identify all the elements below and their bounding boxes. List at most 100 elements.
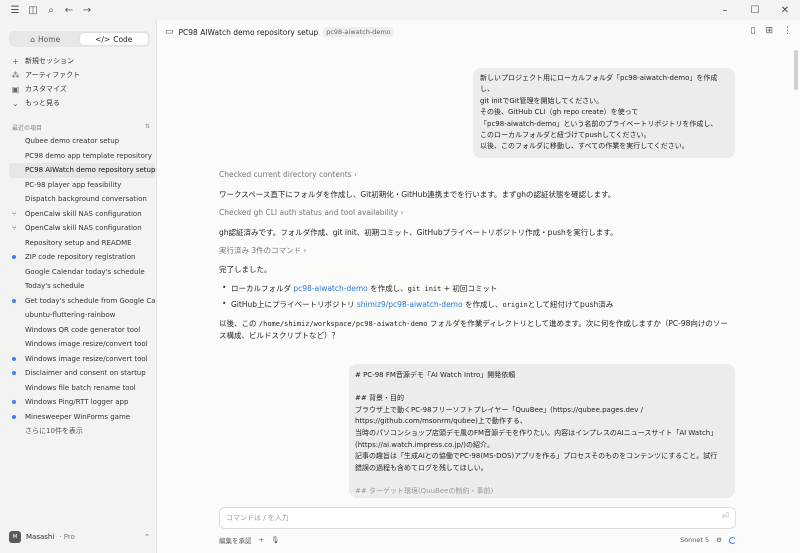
recent-item[interactable]: Qubee demo creator setup [9, 134, 155, 149]
recent-item-label: Get today's schedule from Google Ca [25, 296, 155, 305]
item-marker [12, 356, 25, 361]
recent-item[interactable]: ⑂ OpenCalw skill NAS configuration [9, 207, 155, 222]
recent-item-label: Today's schedule [25, 282, 85, 291]
tool-step-3[interactable]: 実行済み 3件のコマンド › [219, 245, 307, 256]
minimize-icon[interactable]: – [710, 0, 740, 20]
forward-icon[interactable]: → [78, 1, 96, 19]
result-bullet-2: GitHub上にプライベートリポジトリ shimiz9/pc98-aiwatch… [222, 299, 613, 310]
settings-icon[interactable]: ⚙ [716, 536, 722, 544]
item-marker [12, 400, 25, 405]
request-message: # PC-98 FM音源デモ「AI Watch Intro」開発依頼 ## 背景… [349, 364, 735, 498]
folder-link[interactable]: pc98-aiwatch-demo [293, 284, 367, 293]
recent-item[interactable]: Windows image resize/convert tool [9, 337, 155, 352]
item-marker [12, 298, 25, 303]
model-selector[interactable]: Sonnet 5 [680, 536, 709, 544]
recent-item-label: Windows file batch rename tool [25, 383, 136, 392]
recent-header: 最近の項目 ⇅ [12, 123, 150, 132]
sidebar: ⌂ Home </> Code + 新規セッション ⁂ アーティファクト ▣ カスタマイズ… [0, 20, 157, 553]
user-name: Masashi [26, 533, 55, 541]
recent-item[interactable]: Windows Ping/RTT logger app [9, 395, 155, 410]
recent-item-label: OpenCalw skill NAS configuration [25, 209, 142, 218]
tab-code[interactable]: </> Code [79, 33, 148, 45]
response-text-1: ワークスペース直下にフォルダを作成し、Git初期化・GitHub連携までを行いま… [219, 190, 616, 199]
send-icon[interactable]: ⏎ [721, 512, 729, 522]
recent-item[interactable]: Repository setup and README [9, 236, 155, 251]
tool-step-2[interactable]: Checked gh CLI auth status and tool avai… [219, 208, 404, 217]
tool-step-1[interactable]: Checked current directory contents › [219, 170, 357, 179]
recent-item[interactable]: Windows QR code generator tool [9, 323, 155, 338]
recent-item-label: PC-98 player app feasibility [25, 180, 122, 189]
followup-text-2: ス構成、ビルドスクリプトなど）？ [219, 331, 339, 340]
plus-icon: + [12, 56, 19, 66]
recent-item-label: Google Calendar today's schedule [25, 267, 145, 276]
user-menu[interactable]: M Masashi · Pro ⌃ [9, 529, 150, 545]
prompt-input[interactable]: コマンドは / を入力 ⏎ [219, 507, 736, 529]
back-icon[interactable]: ← [60, 1, 78, 19]
user-message: 新しいプロジェクト用にローカルフォルダ「pc98-aiwatch-demo」を作… [473, 68, 735, 158]
close-icon[interactable]: ✕ [770, 0, 800, 20]
status-dot-icon [12, 356, 16, 361]
result-bullet-1: ローカルフォルダ pc98-aiwatch-demo を作成し、git init… [222, 283, 497, 294]
recent-item[interactable]: PC98 demo app template repository [9, 149, 155, 164]
status-dot-icon [12, 371, 16, 376]
status-dot-icon [12, 414, 16, 419]
page-title[interactable]: PC98 AIWatch demo repository setup [179, 28, 319, 37]
more-icon[interactable]: ⋮ [783, 26, 792, 36]
recent-item-label: Minesweeper WinForms game [25, 412, 131, 421]
nav-artifacts[interactable]: ⁂ アーティファクト [9, 68, 150, 82]
recent-item-label: Qubee demo creator setup [25, 137, 120, 146]
repo-link[interactable]: shimiz9/pc98-aiwatch-demo [357, 300, 463, 309]
recent-item-label: PC98 AIWatch demo repository setup [25, 166, 155, 175]
item-marker [12, 255, 25, 260]
status-dot-icon [12, 298, 16, 303]
nav-new-session[interactable]: + 新規セッション [9, 54, 150, 68]
maximize-icon[interactable]: ☐ [740, 0, 770, 20]
recent-item[interactable]: Get today's schedule from Google Ca [9, 294, 155, 309]
menu-icon[interactable]: ☰ [6, 1, 24, 19]
recent-item-label: ubuntu-fluttering-rainbow [25, 311, 116, 320]
recent-item[interactable]: ⑂ OpenCalw skill NAS configuration [9, 221, 155, 236]
recent-item[interactable]: PC98 AIWatch demo repository setup [9, 163, 155, 178]
chevron-right-icon: › [400, 208, 404, 217]
nav-more[interactable]: ⌄ もっと見る [9, 96, 150, 110]
add-icon[interactable]: ⊞ [765, 26, 773, 36]
recent-item-label: OpenCalw skill NAS configuration [25, 224, 142, 233]
recent-item-label: Windows Ping/RTT logger app [25, 398, 129, 407]
recent-item-label: Dispatch background conversation [25, 195, 147, 204]
recent-item[interactable]: Disclaimer and consent on startup [9, 366, 155, 381]
sort-icon[interactable]: ⇅ [145, 123, 150, 132]
done-text: 完了しました。 [219, 265, 272, 274]
composer-toolbar: 編集を承認 + 🎙 Sonnet 5 ⚙ [219, 534, 736, 546]
scrollbar[interactable] [794, 50, 798, 90]
chevron-icon: ⌃ [144, 533, 150, 541]
code-icon: </> [95, 34, 111, 44]
recent-item[interactable]: PC-98 player app feasibility [9, 178, 155, 193]
panel-icon[interactable]: ▯ [751, 26, 756, 36]
recent-list: Qubee demo creator setup PC98 demo app te… [9, 134, 155, 438]
title-bar: ☰ ◫ ⌕ ← → – ☐ ✕ [0, 0, 800, 20]
followup-text: 以後、この /home/shimiz/workspace/pc98-aiwatc… [219, 319, 728, 328]
recent-item[interactable]: Today's schedule [9, 279, 155, 294]
tab-home[interactable]: ⌂ Home [11, 33, 80, 45]
show-more-link[interactable]: さらに10件を表示 [9, 424, 155, 438]
recent-item[interactable]: Windows file batch rename tool [9, 381, 155, 396]
customize-icon: ▣ [11, 84, 20, 94]
prompt-placeholder: コマンドは / を入力 [226, 514, 289, 522]
chevron-down-icon: ⌄ [12, 98, 19, 108]
search-icon[interactable]: ⌕ [42, 1, 60, 19]
recent-item[interactable]: Minesweeper WinForms game [9, 410, 155, 425]
recent-item[interactable]: Windows image resize/convert tool [9, 352, 155, 367]
recent-item[interactable]: ubuntu-fluttering-rainbow [9, 308, 155, 323]
nav-customize[interactable]: ▣ カスタマイズ [9, 82, 150, 96]
repo-chip[interactable]: pc98-aiwatch-demo [323, 27, 394, 37]
plus-icon[interactable]: + [259, 536, 264, 544]
window-controls: – ☐ ✕ [710, 0, 800, 20]
main-panel: ▭ PC98 AIWatch demo repository setup pc9… [157, 20, 800, 553]
recent-item[interactable]: Google Calendar today's schedule [9, 265, 155, 280]
item-marker [12, 414, 25, 419]
approve-edits-toggle[interactable]: 編集を承認 [219, 535, 252, 545]
mic-icon[interactable]: 🎙 [271, 536, 279, 544]
recent-item[interactable]: ZIP code repository registration [9, 250, 155, 265]
sidebar-toggle-icon[interactable]: ◫ [24, 1, 42, 19]
recent-item[interactable]: Dispatch background conversation [9, 192, 155, 207]
